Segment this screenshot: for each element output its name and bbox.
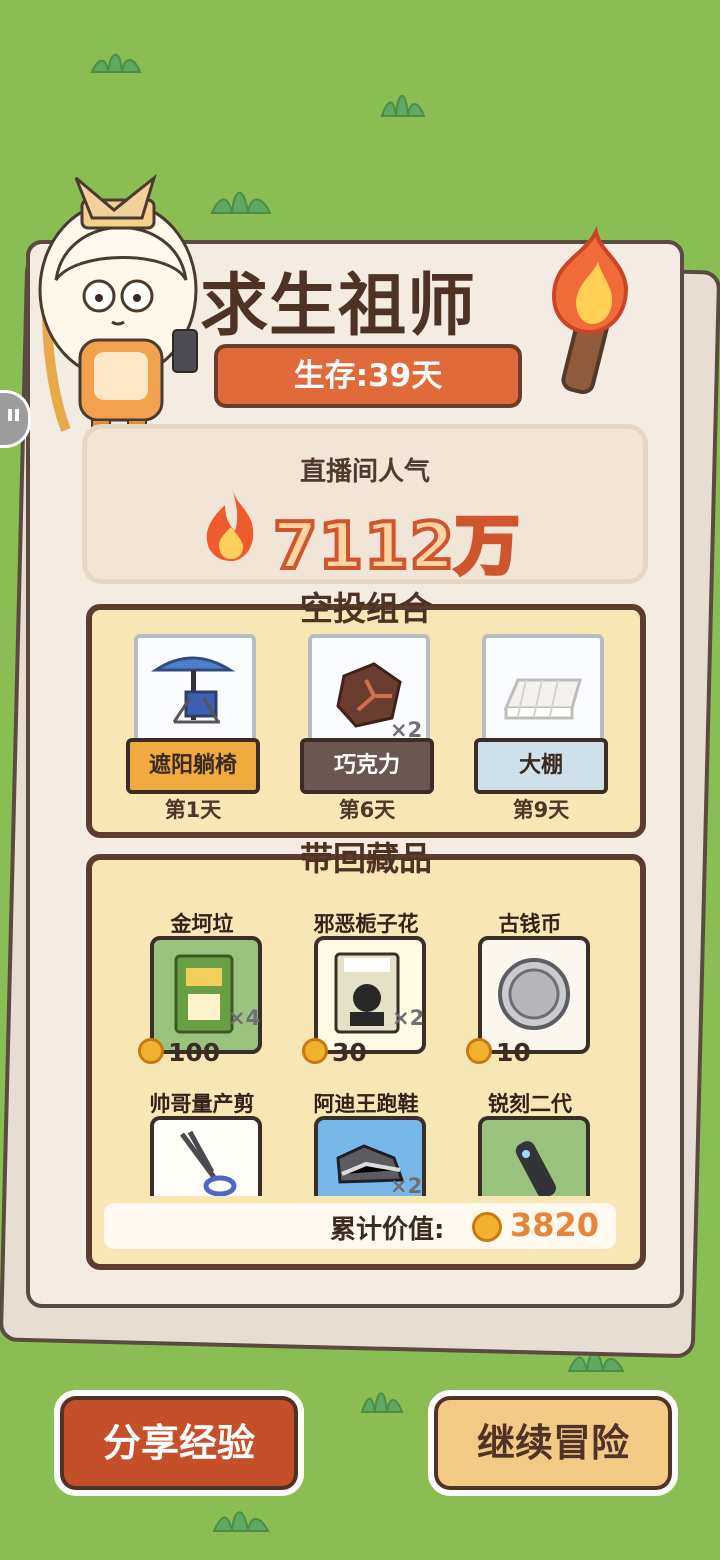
airdrop-item[interactable]: 遮阳躺椅 第1天	[126, 634, 260, 824]
sun-lounger-icon	[151, 656, 236, 724]
pause-bar	[15, 409, 19, 421]
total-value-panel: 累计价值: 3820	[104, 1203, 616, 1249]
popularity-value: 7112万	[271, 508, 521, 586]
pause-bar	[8, 409, 12, 421]
collection-item[interactable]: ×2	[314, 936, 426, 1054]
coin-icon	[498, 958, 570, 1030]
item-day: 第9天	[512, 798, 570, 822]
survival-days-badge: 生存:39天	[214, 344, 522, 408]
coin-icon	[302, 1038, 328, 1064]
torch-icon	[551, 226, 629, 395]
collection-item[interactable]: ×4	[150, 936, 262, 1054]
grass-icon	[210, 191, 272, 214]
collection-item-name: 古钱币	[498, 912, 562, 936]
coin-icon	[466, 1038, 492, 1064]
item-label: 遮阳躺椅	[126, 738, 260, 794]
airdrop-section: 空投组合 遮阳躺椅 第1天 ×2 巧克力 第6天 大棚 第9天	[86, 589, 646, 838]
item-day: 第6天	[338, 798, 396, 822]
grass-icon	[212, 1511, 270, 1532]
airdrop-item[interactable]: 大棚 第9天	[474, 634, 608, 824]
airdrop-title: 空投组合	[300, 589, 432, 628]
fire-icon	[206, 489, 254, 561]
collection-item[interactable]: ×2	[314, 1116, 426, 1198]
collection-item-value: 10	[466, 1038, 531, 1067]
collection-item-name: 阿迪王跑鞋	[313, 1092, 419, 1116]
item-value-text: 30	[332, 1038, 367, 1067]
total-value-number: 3820	[510, 1206, 600, 1244]
item-value-text: 10	[496, 1038, 531, 1067]
airdrop-item[interactable]: ×2 巧克力 第6天	[300, 634, 434, 824]
item-label: 大棚	[474, 738, 608, 794]
coin-icon	[472, 1212, 502, 1242]
grass-icon	[90, 53, 142, 73]
collection-item-name: 邪恶栀子花	[313, 912, 419, 936]
collection-item[interactable]	[478, 1116, 590, 1196]
grass-icon	[360, 1392, 404, 1413]
collection-item[interactable]	[478, 936, 590, 1054]
coin-icon	[138, 1038, 164, 1064]
item-label: 巧克力	[300, 738, 434, 794]
collection-item-value: 30	[302, 1038, 367, 1067]
total-value-label: 累计价值:	[330, 1215, 445, 1245]
popularity-panel: 直播间人气 7112万	[82, 424, 648, 586]
item-quantity: ×2	[390, 1174, 423, 1198]
grass-icon	[380, 94, 426, 117]
collection-title: 带回藏品	[300, 839, 432, 878]
collection-item[interactable]	[150, 1116, 262, 1196]
page-title: 求生祖师	[200, 267, 477, 346]
item-quantity: ×2	[392, 1006, 425, 1030]
greenhouse-icon	[503, 678, 582, 720]
vape-icon	[515, 1141, 556, 1196]
collection-item-name: 帅哥量产剪	[149, 1092, 255, 1116]
item-quantity: ×4	[228, 1006, 261, 1030]
collection-item-value: 100	[138, 1038, 220, 1067]
popularity-label: 直播间人气	[299, 457, 430, 487]
item-day: 第1天	[164, 798, 222, 822]
collection-item-name: 金坷垃	[170, 912, 234, 936]
share-button[interactable]: 分享经验	[54, 1390, 304, 1496]
item-value-text: 100	[168, 1038, 221, 1067]
scissors-icon	[179, 1130, 237, 1196]
collection-item-name: 锐刻二代	[488, 1092, 572, 1116]
continue-button[interactable]: 继续冒险	[428, 1390, 678, 1496]
